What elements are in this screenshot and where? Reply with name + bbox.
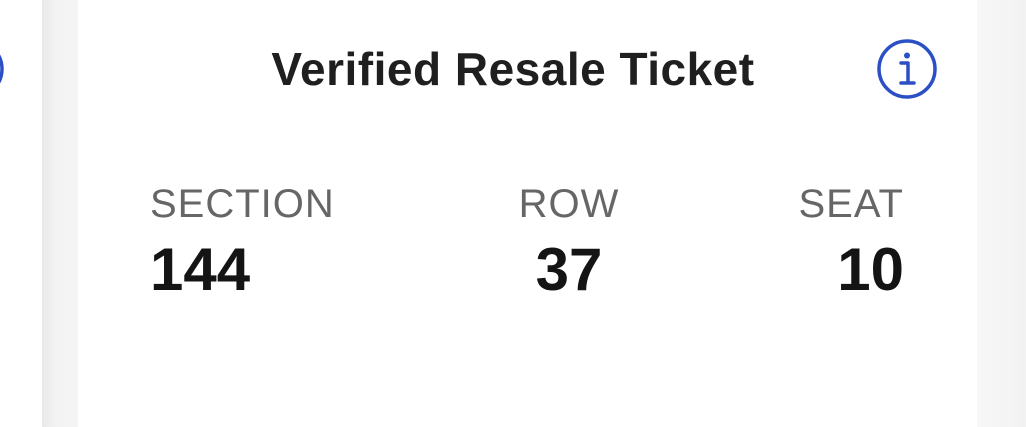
section-field: SECTION 144	[150, 180, 335, 306]
seat-label: SEAT	[798, 182, 904, 226]
section-value: 144	[150, 236, 251, 303]
seat-field: SEAT 10	[798, 180, 904, 306]
section-label: SECTION	[150, 182, 335, 226]
ticket-carousel: Verified Resale Ticket SECTION 144 ROW 3…	[0, 0, 1026, 427]
row-label: ROW	[518, 182, 620, 226]
ticket-card[interactable]: Verified Resale Ticket SECTION 144 ROW 3…	[78, 0, 977, 427]
row-value: 37	[535, 236, 603, 303]
next-card-gutter	[977, 0, 1026, 427]
row-field: ROW 37	[478, 180, 660, 306]
ticket-title: Verified Resale Ticket	[271, 43, 755, 95]
info-icon[interactable]	[875, 37, 939, 101]
seat-value: 10	[837, 236, 904, 303]
